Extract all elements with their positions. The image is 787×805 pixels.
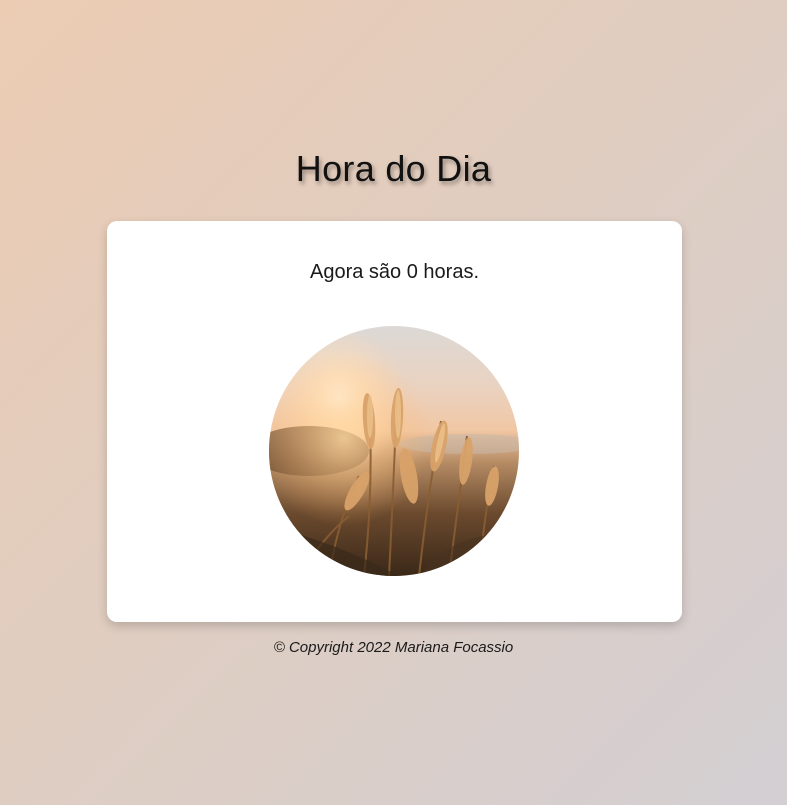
time-message: Agora são 0 horas. bbox=[310, 261, 479, 283]
page-title: Hora do Dia bbox=[295, 148, 492, 189]
time-card: Agora são 0 horas. bbox=[107, 221, 682, 622]
copyright-footer: © Copyright 2022 Mariana Focassio bbox=[273, 639, 514, 656]
time-of-day-photo bbox=[269, 326, 519, 576]
